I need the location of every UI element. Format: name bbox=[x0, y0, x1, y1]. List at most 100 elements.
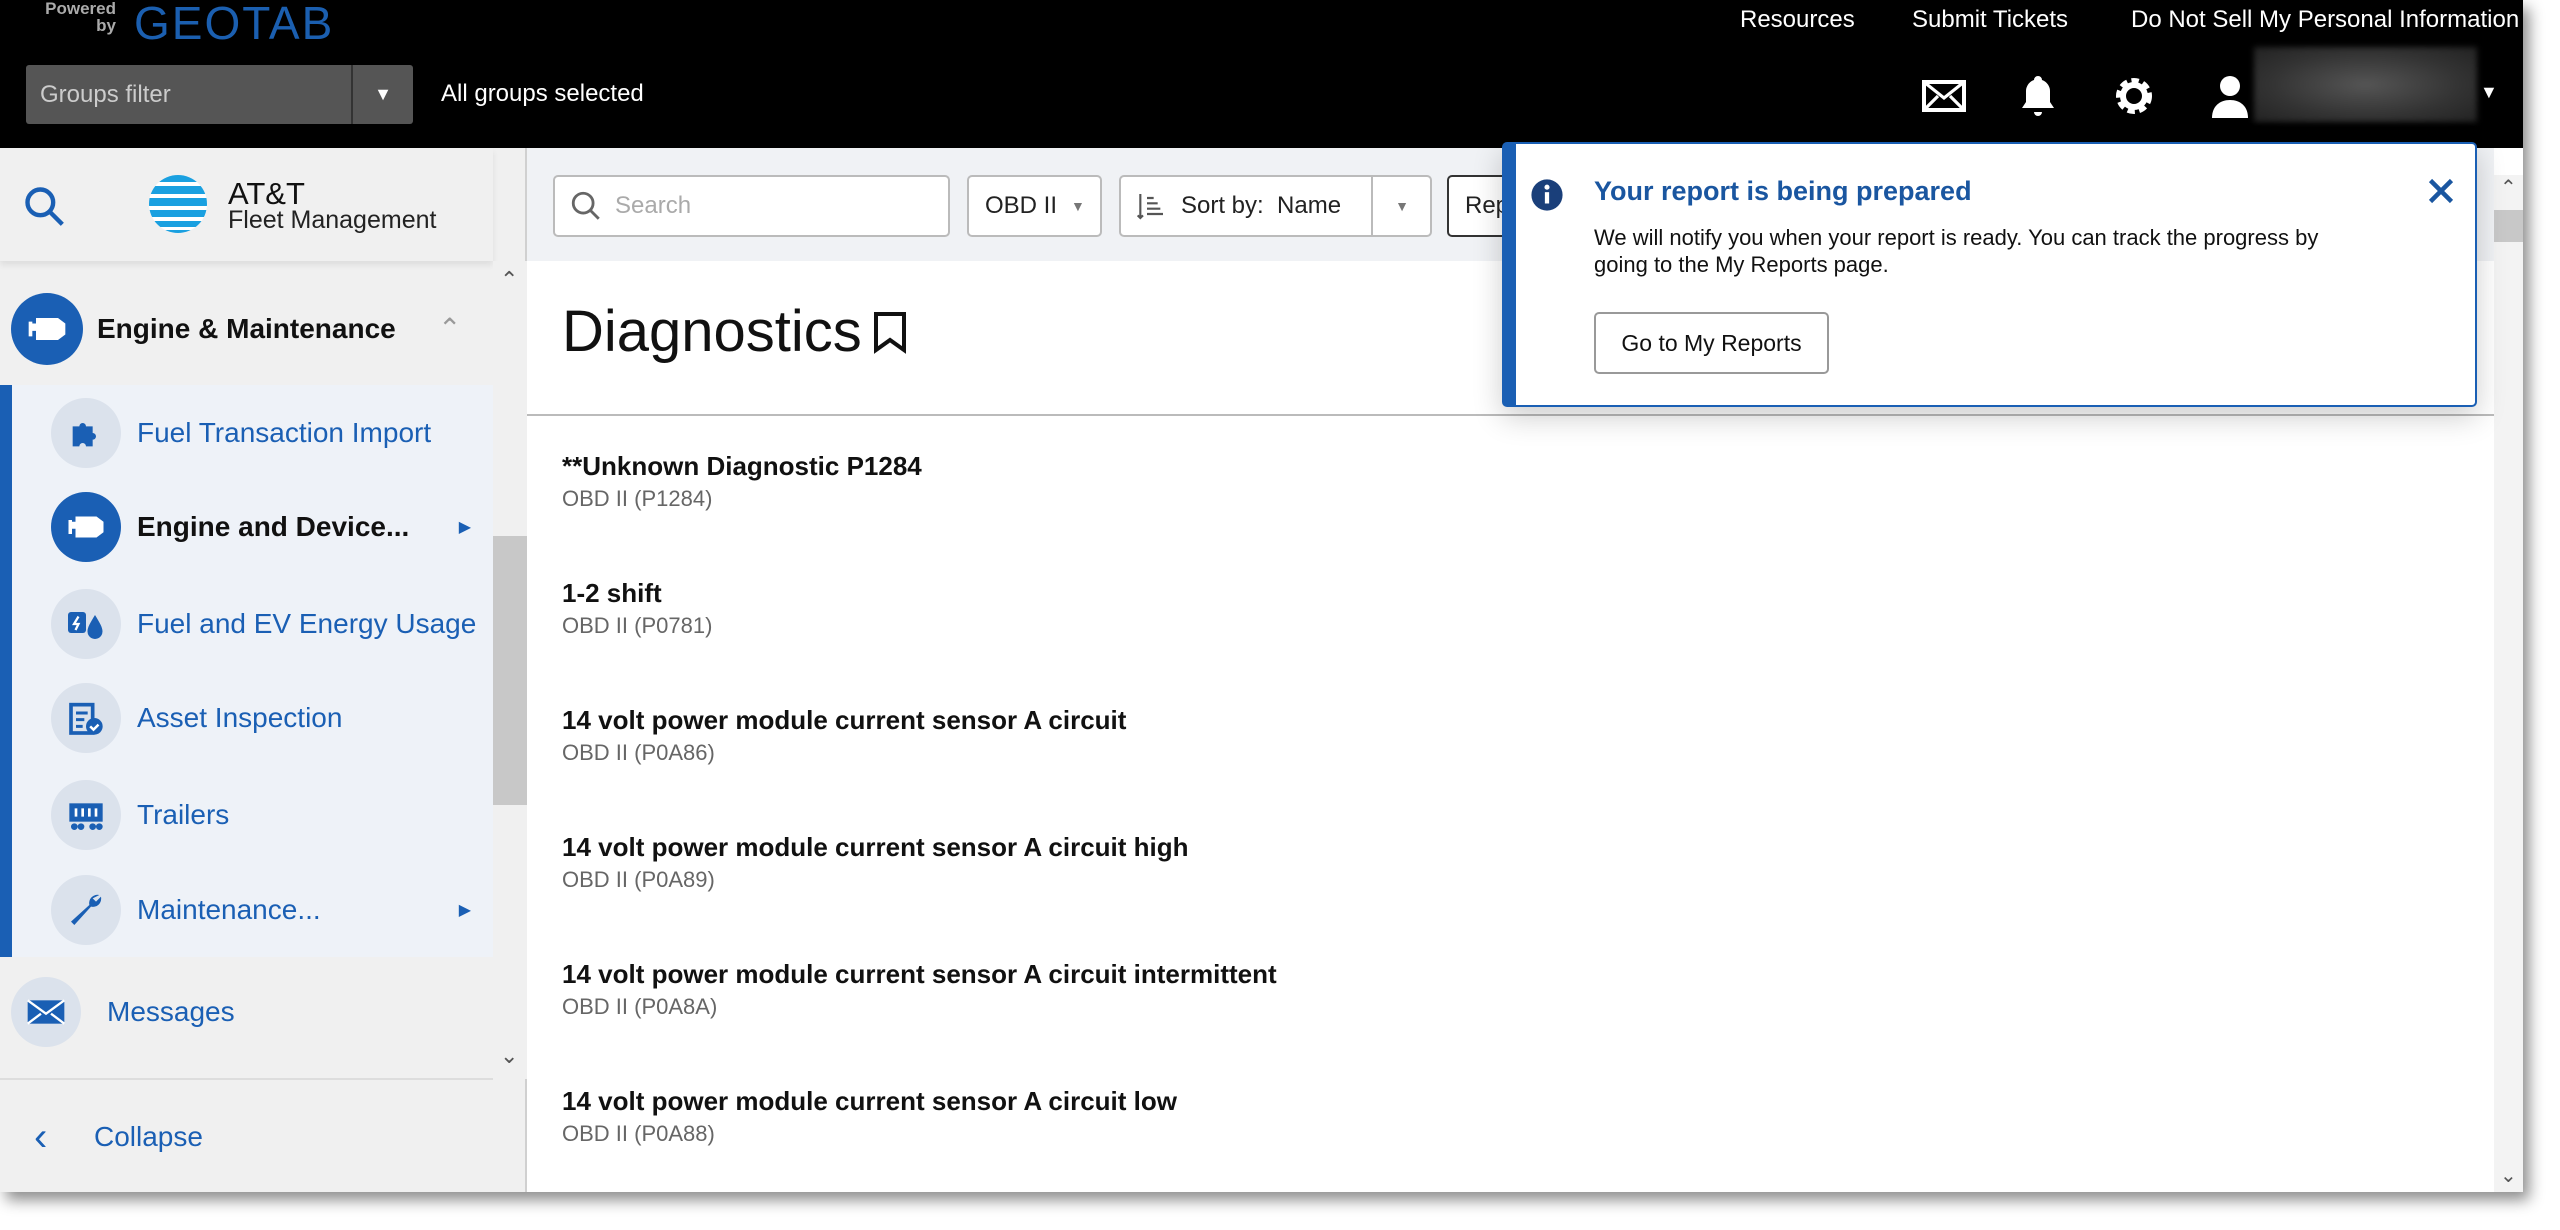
submit-tickets-link[interactable]: Submit Tickets bbox=[1912, 6, 2068, 34]
wrench-icon bbox=[51, 875, 121, 945]
notification-body: We will notify you when your report is r… bbox=[1594, 225, 2319, 277]
diagnostic-list-item[interactable]: 14 volt power module current sensor A ci… bbox=[562, 832, 1189, 893]
sidebar-item-label: Fuel and EV Energy Usage bbox=[137, 608, 477, 639]
sidebar-item-fuel-transaction-import[interactable]: Fuel Transaction Import bbox=[51, 393, 493, 473]
sidebar: AT&T Fleet Management Engine & Maintenan… bbox=[0, 148, 527, 1192]
diagnostic-name: 14 volt power module current sensor A ci… bbox=[562, 705, 1127, 735]
user-menu-caret-icon[interactable]: ▼ bbox=[2480, 82, 2498, 103]
search-input[interactable]: Search bbox=[553, 175, 950, 237]
sidebar-item-label: Trailers bbox=[137, 799, 230, 830]
sidebar-item-engine-and-device[interactable]: Engine and Device... ▶ bbox=[51, 487, 493, 567]
scrollbar-thumb[interactable] bbox=[493, 536, 527, 805]
filter-dropdown[interactable]: OBD II ▼ bbox=[967, 175, 1102, 237]
sidebar-item-label: Fuel Transaction Import bbox=[137, 417, 432, 448]
groups-filter[interactable]: Groups filter ▼ bbox=[26, 65, 413, 124]
groups-filter-dropdown-button[interactable]: ▼ bbox=[351, 65, 413, 124]
main-scrollbar[interactable]: ⌃ ⌄ bbox=[2494, 175, 2523, 1192]
att-globe-logo bbox=[149, 175, 207, 233]
diagnostic-name: 1-2 shift bbox=[562, 578, 662, 608]
scroll-up-icon[interactable]: ⌃ bbox=[500, 267, 518, 293]
divider bbox=[0, 1078, 493, 1080]
bell-icon[interactable] bbox=[2014, 72, 2062, 120]
diagnostic-list-item[interactable]: 14 volt power module current sensor A ci… bbox=[562, 705, 1126, 766]
chevron-left-icon: ‹ bbox=[34, 1114, 48, 1159]
scrollbar-thumb[interactable] bbox=[2494, 210, 2523, 242]
mail-icon[interactable] bbox=[1920, 72, 1968, 120]
user-name-redacted[interactable] bbox=[2254, 47, 2477, 122]
bookmark-icon[interactable] bbox=[872, 310, 908, 354]
chevron-down-icon: ▼ bbox=[1071, 198, 1085, 214]
diagnostic-code: OBD II (P0A8A) bbox=[562, 994, 718, 1019]
sort-value: Name bbox=[1277, 192, 1342, 219]
sidebar-item-messages[interactable]: Messages bbox=[0, 972, 493, 1052]
scroll-up-icon[interactable]: ⌃ bbox=[2500, 175, 2517, 200]
diagnostic-name: 14 volt power module current sensor A ci… bbox=[562, 832, 1189, 862]
user-icon[interactable] bbox=[2206, 72, 2254, 120]
sidebar-item-label: Asset Inspection bbox=[137, 702, 343, 733]
diagnostic-list-item[interactable]: **Unknown Diagnostic P1284 OBD II (P1284) bbox=[562, 451, 922, 512]
notification-title: Your report is being prepared bbox=[1594, 176, 1972, 206]
sort-icon bbox=[1136, 194, 1163, 220]
info-icon bbox=[1531, 179, 1563, 211]
sidebar-item-label: Maintenance... bbox=[137, 894, 321, 925]
diagnostic-code: OBD II (P1284) bbox=[562, 486, 713, 511]
collapse-label: Collapse bbox=[94, 1121, 203, 1152]
caret-right-icon: ▶ bbox=[458, 519, 471, 536]
trailer-icon bbox=[51, 780, 121, 850]
sidebar-section-label: Engine & Maintenance bbox=[97, 312, 396, 344]
search-icon[interactable] bbox=[22, 184, 66, 228]
chevron-up-icon[interactable]: ⌃ bbox=[438, 312, 461, 345]
search-icon bbox=[571, 191, 600, 220]
page-title-text: Diagnostics bbox=[562, 299, 862, 364]
diagnostic-code: OBD II (P0A89) bbox=[562, 867, 715, 892]
diagnostic-name: 14 volt power module current sensor A ci… bbox=[562, 1086, 1177, 1116]
chevron-down-icon[interactable]: ▼ bbox=[1371, 177, 1431, 235]
engine-icon bbox=[51, 492, 121, 562]
fuel-ev-icon bbox=[51, 589, 121, 659]
collapse-button[interactable]: ‹ Collapse bbox=[0, 1098, 493, 1176]
scroll-down-icon[interactable]: ⌄ bbox=[500, 1043, 518, 1069]
groups-filter-input[interactable]: Groups filter bbox=[26, 81, 351, 109]
divider bbox=[527, 414, 2494, 416]
app-window: Powered by GEOTAB Groups filter ▼ All gr… bbox=[0, 0, 2523, 1192]
search-placeholder: Search bbox=[615, 192, 692, 219]
go-to-my-reports-button[interactable]: Go to My Reports bbox=[1594, 312, 1829, 374]
clipboard-check-icon bbox=[51, 683, 121, 753]
puzzle-icon bbox=[51, 398, 121, 468]
powered-by-label: Powered by bbox=[45, 0, 116, 35]
diagnostic-code: OBD II (P0A88) bbox=[562, 1121, 715, 1146]
top-bar: Powered by GEOTAB Groups filter ▼ All gr… bbox=[0, 0, 2523, 148]
gear-icon[interactable] bbox=[2110, 72, 2158, 120]
sidebar-item-trailers[interactable]: Trailers bbox=[51, 775, 493, 855]
do-not-sell-link[interactable]: Do Not Sell My Personal Information bbox=[2131, 6, 2519, 34]
diagnostic-list-item[interactable]: 14 volt power module current sensor A ci… bbox=[562, 1086, 1177, 1147]
sidebar-item-asset-inspection[interactable]: Asset Inspection bbox=[51, 678, 493, 758]
diagnostic-name: 14 volt power module current sensor A ci… bbox=[562, 959, 1277, 989]
sidebar-submenu: Fuel Transaction Import Engine and Devic… bbox=[0, 385, 493, 957]
diagnostic-name: **Unknown Diagnostic P1284 bbox=[562, 451, 922, 481]
sidebar-scrollbar[interactable]: ⌃ ⌄ bbox=[493, 261, 527, 1079]
scroll-down-icon[interactable]: ⌄ bbox=[2500, 1163, 2517, 1188]
sidebar-header: AT&T Fleet Management bbox=[0, 148, 493, 261]
sidebar-item-fuel-ev-energy-usage[interactable]: Fuel and EV Energy Usage bbox=[51, 584, 493, 664]
caret-right-icon: ▶ bbox=[458, 902, 471, 919]
diagnostic-code: OBD II (P0A86) bbox=[562, 740, 715, 765]
diagnostic-list-item[interactable]: 14 volt power module current sensor A ci… bbox=[562, 959, 1277, 1020]
sidebar-section-engine-maintenance[interactable]: Engine & Maintenance ⌃ bbox=[0, 278, 493, 379]
groups-status: All groups selected bbox=[441, 80, 644, 107]
filter-value: OBD II bbox=[985, 192, 1058, 219]
fleet-management-text: Fleet Management bbox=[228, 206, 437, 234]
sidebar-item-label: Messages bbox=[107, 996, 235, 1027]
report-notification: Your report is being prepared We will no… bbox=[1502, 142, 2477, 407]
geotab-logo: GEOTAB bbox=[134, 0, 335, 49]
sidebar-item-label: Engine and Device... bbox=[137, 511, 410, 542]
diagnostic-list-item[interactable]: 1-2 shift OBD II (P0781) bbox=[562, 578, 712, 639]
diagnostic-code: OBD II (P0781) bbox=[562, 613, 713, 638]
sort-label: Sort by: bbox=[1181, 192, 1264, 219]
mail-icon bbox=[11, 977, 81, 1047]
engine-icon bbox=[11, 292, 83, 365]
resources-link[interactable]: Resources bbox=[1740, 6, 1855, 34]
close-icon[interactable] bbox=[2426, 176, 2456, 206]
sort-dropdown[interactable]: Sort by: Name ▼ bbox=[1119, 175, 1432, 237]
sidebar-item-maintenance[interactable]: Maintenance... ▶ bbox=[51, 870, 493, 950]
